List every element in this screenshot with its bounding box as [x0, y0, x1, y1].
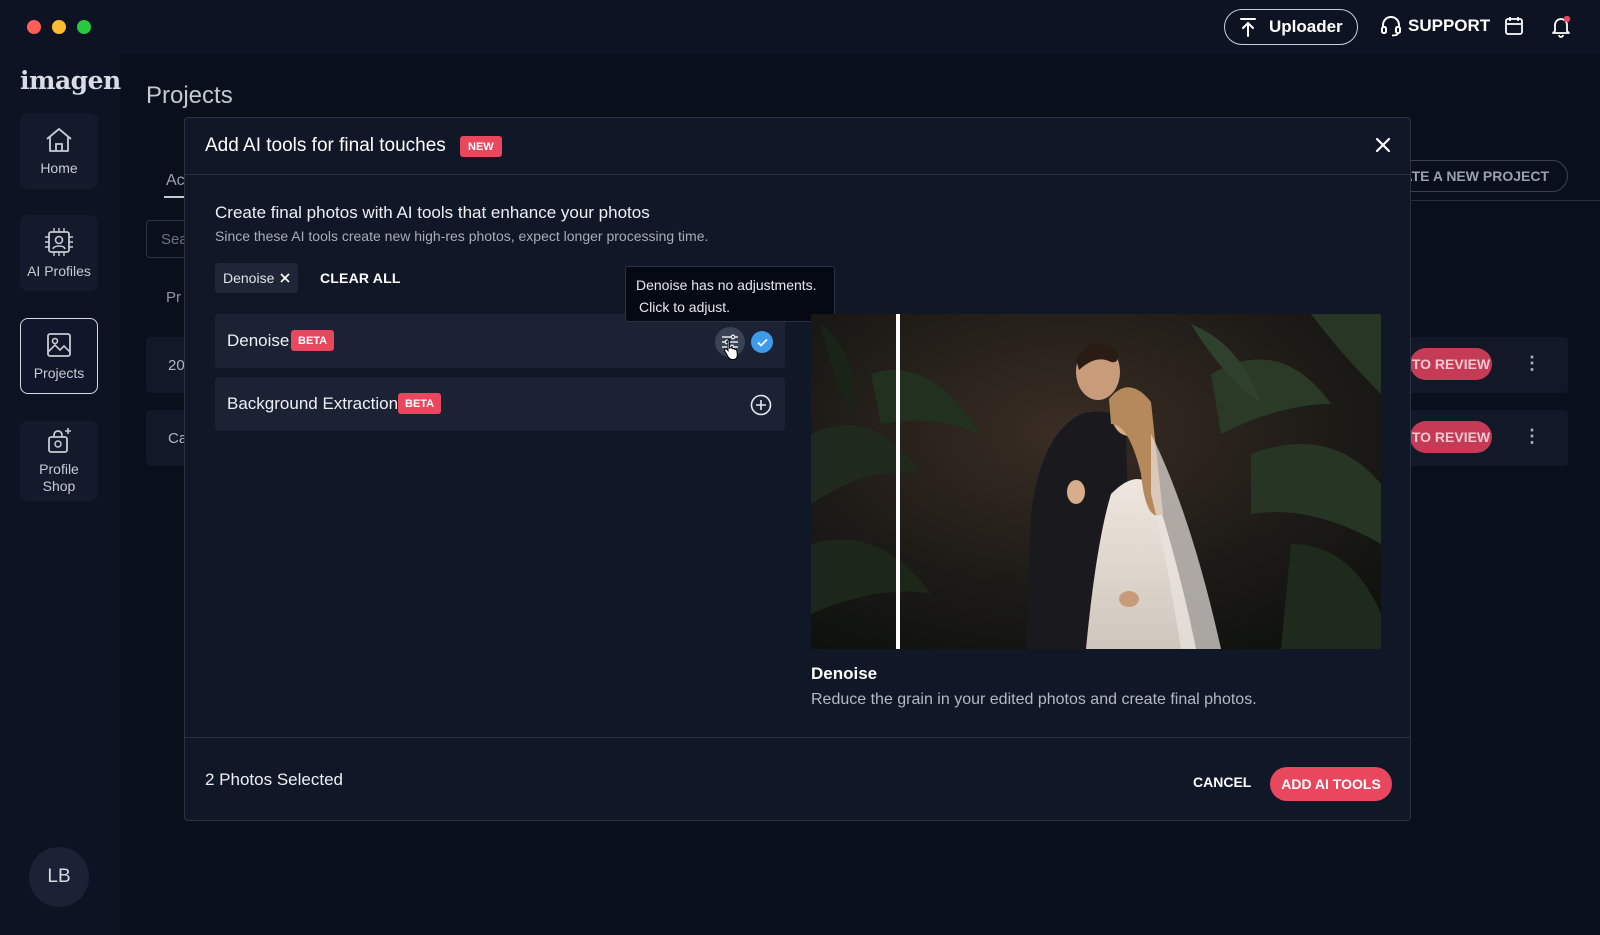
avatar[interactable]: LB — [29, 847, 89, 907]
add-tool-icon[interactable] — [750, 394, 772, 416]
bell-icon — [1552, 15, 1571, 38]
row-menu-icon[interactable]: ⋮ — [1523, 426, 1541, 447]
preview-description: Reduce the grain in your edited photos a… — [811, 691, 1257, 708]
tool-row-denoise[interactable]: Denoise BETA — [215, 314, 785, 368]
page-title: Projects — [146, 82, 233, 109]
close-icon — [1375, 137, 1391, 153]
sidebar-item-home[interactable]: Home — [20, 113, 98, 189]
modal-lead: Create final photos with AI tools that e… — [215, 203, 650, 222]
tool-name: Denoise — [227, 331, 290, 350]
new-badge: NEW — [460, 136, 502, 157]
row-menu-icon[interactable]: ⋮ — [1523, 353, 1541, 374]
sidebar-item-label: Projects — [33, 364, 85, 381]
selected-check-icon[interactable] — [751, 331, 773, 353]
tab-underline — [164, 196, 186, 198]
ai-profiles-icon — [45, 227, 73, 256]
sidebar-item-label: AI Profiles — [27, 262, 91, 279]
support-label: SUPPORT — [1408, 16, 1491, 35]
app-logo: imagen — [20, 66, 121, 95]
adjust-tooltip: Denoise has no adjustments. Click to adj… — [625, 266, 835, 322]
comparison-slider-handle[interactable] — [896, 314, 900, 649]
selected-tool-chip[interactable]: Denoise — [215, 263, 299, 293]
support-button[interactable]: SUPPORT — [1380, 15, 1490, 37]
selected-count: 2 Photos Selected — [205, 770, 343, 789]
preview-image — [811, 314, 1381, 649]
sidebar-item-projects[interactable]: Projects — [20, 318, 98, 394]
minimize-window-button[interactable] — [52, 20, 66, 34]
add-ai-tools-button[interactable]: ADD AI TOOLS — [1270, 767, 1392, 801]
status-badge[interactable]: TO REVIEW — [1410, 348, 1492, 380]
sidebar-item-ai-profiles[interactable]: AI Profiles — [20, 215, 98, 291]
tab-active[interactable]: Ac — [166, 172, 185, 190]
clear-all-button[interactable]: CLEAR ALL — [320, 270, 401, 286]
status-label: TO REVIEW — [1411, 429, 1491, 445]
top-bar: Uploader SUPPORT — [0, 0, 1600, 54]
tool-name: Background Extraction — [227, 394, 399, 413]
close-modal-button[interactable] — [1375, 134, 1391, 158]
calendar-icon[interactable] — [1505, 16, 1523, 36]
create-project-label: EATE A NEW PROJECT — [1393, 168, 1549, 184]
check-icon — [756, 338, 768, 347]
tooltip-line: Click to adjust. — [639, 299, 731, 315]
maximize-window-button[interactable] — [77, 20, 91, 34]
uploader-label: Uploader — [1269, 17, 1343, 36]
upload-icon — [1240, 18, 1256, 37]
app-window: Uploader SUPPORT imagen Home AI Profiles… — [0, 0, 1600, 935]
preview-title: Denoise — [811, 664, 878, 683]
profile-shop-icon — [48, 428, 71, 453]
projects-icon — [47, 332, 71, 357]
pointer-cursor-icon — [724, 339, 738, 360]
remove-chip-icon[interactable] — [280, 273, 290, 283]
headset-icon — [1381, 16, 1401, 37]
modal-subtext: Since these AI tools create new high-res… — [215, 228, 709, 244]
sidebar-item-profile-shop[interactable]: Profile Shop — [20, 421, 98, 501]
modal-header: Add AI tools for final touches NEW — [185, 118, 1410, 175]
status-label: TO REVIEW — [1411, 356, 1491, 372]
uploader-button[interactable]: Uploader — [1224, 9, 1358, 45]
tool-row-background-extraction[interactable]: Background Extraction BETA — [215, 377, 785, 431]
tooltip-line: Denoise has no adjustments. — [636, 277, 817, 293]
status-badge[interactable]: TO REVIEW — [1410, 421, 1492, 453]
modal-title: Add AI tools for final touches — [205, 135, 446, 156]
sidebar-item-label: Profile Shop — [39, 461, 79, 494]
chip-label: Denoise — [223, 270, 275, 286]
close-window-button[interactable] — [27, 20, 41, 34]
beta-badge: BETA — [398, 393, 442, 414]
column-header: Pr — [166, 289, 181, 306]
beta-badge: BETA — [291, 330, 335, 351]
modal-footer: 2 Photos Selected CANCEL ADD AI TOOLS — [185, 737, 1410, 822]
sidebar-item-label: Home — [40, 159, 78, 176]
notifications-button[interactable] — [1551, 15, 1571, 43]
row-title: 20 — [168, 357, 185, 374]
cancel-button[interactable]: CANCEL — [1193, 774, 1251, 790]
ai-tools-modal: Add AI tools for final touches NEW Creat… — [184, 117, 1411, 821]
home-icon — [46, 127, 72, 152]
